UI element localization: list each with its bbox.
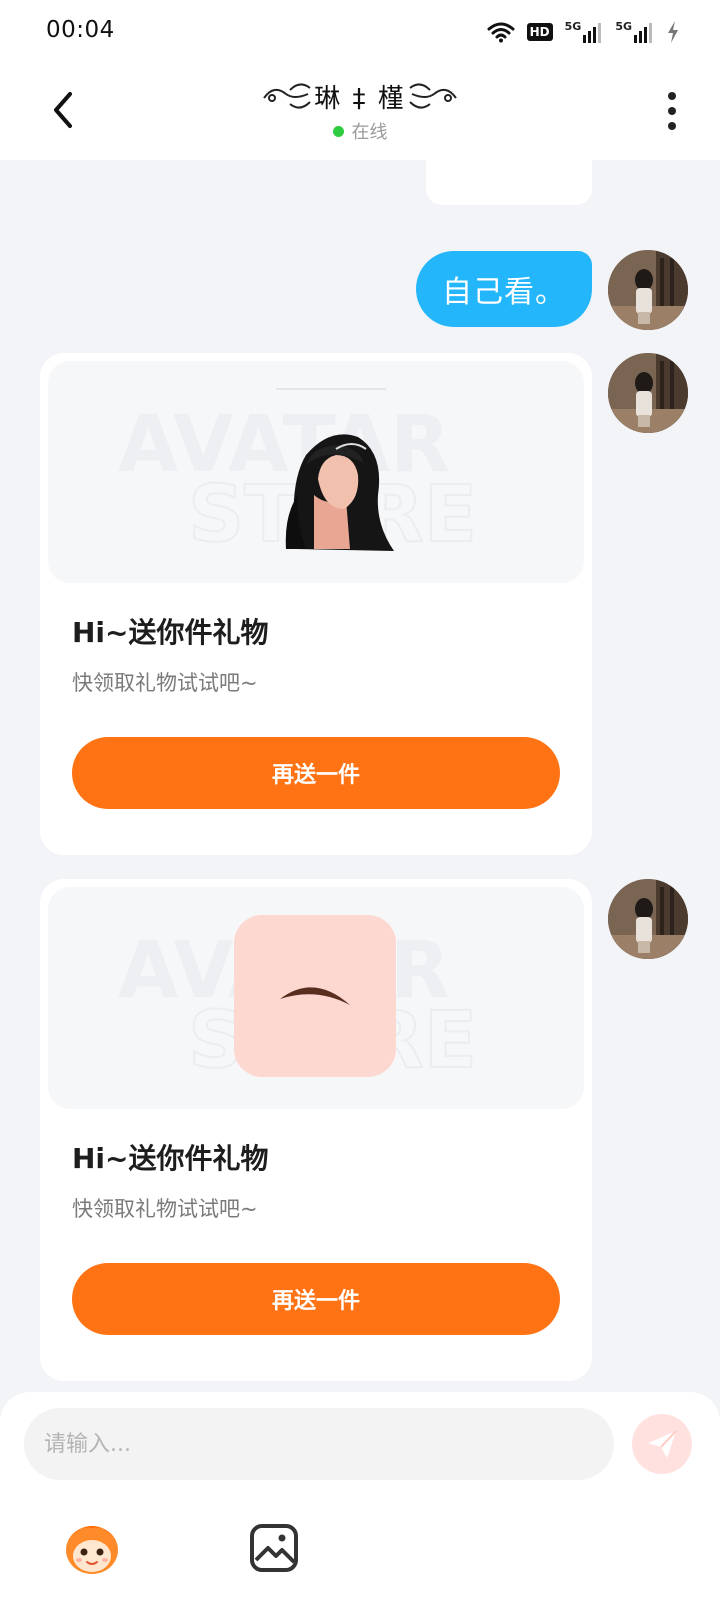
send-another-button[interactable]: 再送一件 xyxy=(72,737,560,809)
gift-subtitle: 快领取礼物试试吧~ xyxy=(72,671,258,695)
gift-title: Hi~送你件礼物 xyxy=(72,616,269,649)
gift-card[interactable]: AVATAR STORE Hi~送你件礼物 快领取礼物试试吧~ 再送一件 xyxy=(40,353,592,855)
user-avatar[interactable] xyxy=(608,250,688,330)
more-options-button[interactable] xyxy=(662,90,682,132)
gift-subtitle: 快领取礼物试试吧~ xyxy=(72,1197,258,1221)
composer xyxy=(0,1392,720,1600)
eyebrow-item-icon xyxy=(280,987,350,1005)
contact-name: 琳 ‡ 槿 xyxy=(314,83,406,114)
signal-2-icon: 5G xyxy=(615,21,654,43)
hd-badge: HD xyxy=(526,23,553,41)
signal-1-icon: 5G xyxy=(565,21,604,43)
contact-title: 琳 ‡ 槿 xyxy=(0,76,720,116)
status-bar: 00:04 HD 5G 5G xyxy=(0,0,720,64)
charging-icon xyxy=(668,21,678,43)
user-avatar[interactable] xyxy=(608,879,688,959)
image-icon xyxy=(250,1524,298,1572)
gift-title: Hi~送你件礼物 xyxy=(72,1142,269,1175)
avatar-mascot-button[interactable] xyxy=(62,1518,122,1578)
send-another-button[interactable]: 再送一件 xyxy=(72,1263,560,1335)
previous-message-bubble[interactable] xyxy=(426,150,592,205)
message-input[interactable] xyxy=(24,1408,614,1480)
ornament-right-icon xyxy=(409,83,457,109)
chat-header: 琳 ‡ 槿 在线 xyxy=(0,64,720,160)
user-avatar[interactable] xyxy=(608,353,688,433)
hair-item-icon xyxy=(285,434,394,551)
presence-label: 在线 xyxy=(351,122,388,143)
sent-message-bubble[interactable]: 自己看。 xyxy=(416,251,592,327)
gift-card[interactable]: AVATAR STORE Hi~送你件礼物 快领取礼物试试吧~ 再送一件 xyxy=(40,879,592,1381)
gift-preview: AVATAR STORE xyxy=(48,887,584,1109)
status-time: 00:04 xyxy=(46,17,115,43)
presence-status: 在线 xyxy=(0,118,720,144)
image-picker-button[interactable] xyxy=(244,1518,304,1578)
avatar-mascot-icon xyxy=(66,1526,118,1574)
gift-preview: AVATAR STORE xyxy=(48,361,584,583)
online-dot xyxy=(332,125,344,137)
more-vertical-icon xyxy=(668,92,676,130)
wifi-icon xyxy=(487,22,515,43)
status-icons: HD 5G 5G xyxy=(487,18,680,46)
ornament-left-icon xyxy=(263,83,311,109)
network-type-1: 5G xyxy=(564,20,582,33)
paper-plane-icon xyxy=(648,1430,677,1458)
eyebrow-item-tile xyxy=(234,915,396,1077)
network-type-2: 5G xyxy=(615,20,632,33)
send-button[interactable] xyxy=(632,1414,692,1474)
